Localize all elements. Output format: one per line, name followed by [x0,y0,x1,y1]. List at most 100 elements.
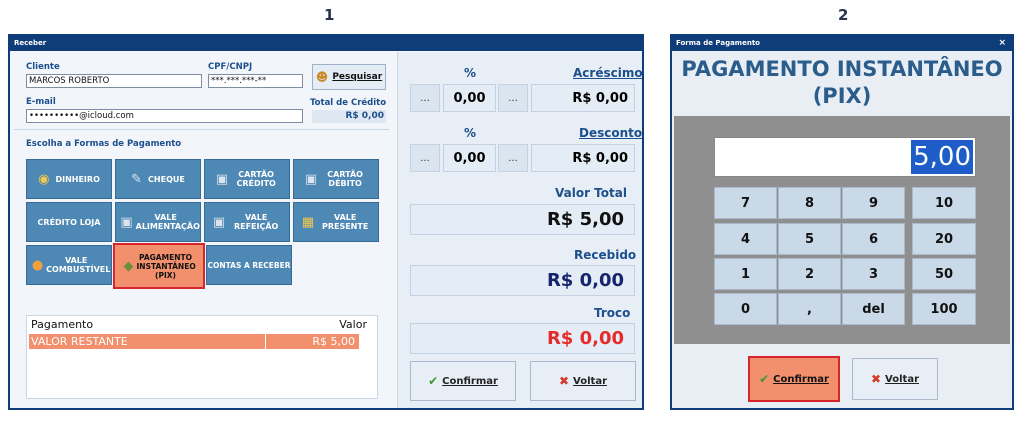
credito-loja-button[interactable]: CRÉDITO LOJA [26,202,112,242]
cartao-credito-label: CARTÃO CRÉDITO [236,170,276,188]
key-7[interactable]: 7 [714,187,777,219]
key-2[interactable]: 2 [778,258,841,290]
acrescimo-value-ellipsis-button[interactable]: ... [498,84,528,112]
col-pagamento: Pagamento [31,318,94,331]
vale-presente-button[interactable]: ▦ VALE PRESENTE [293,202,379,242]
step-number-2: 2 [838,6,849,24]
key-0[interactable]: 0 [714,293,777,325]
people-search-icon: ☻ [315,70,329,84]
pix-button[interactable]: ◆ PAGAMENTO INSTANTÂNEO (PIX) [113,243,205,289]
acrescimo-label: Acréscimo [573,66,643,80]
forma-pagamento-window: Forma de Pagamento × PAGAMENTO INSTANTÂN… [670,34,1014,410]
acrescimo-pct-ellipsis-button[interactable]: ... [410,84,440,112]
desconto-value-ellipsis-button[interactable]: ... [498,144,528,172]
payments-table: Pagamento Valor VALOR RESTANTE R$ 5,00 [26,315,378,399]
acrescimo-pct-label: % [464,66,477,80]
cheque-icon: ✎ [131,171,143,187]
acrescimo-pct-field[interactable]: 0,00 [443,84,496,112]
acrescimo-value-field[interactable]: R$ 0,00 [531,84,635,112]
confirmar-label: Confirmar [442,375,498,387]
table-row[interactable]: VALOR RESTANTE R$ 5,00 [29,334,359,349]
key-del[interactable]: del [842,293,905,325]
cliente-label: Cliente [26,62,60,72]
key-4[interactable]: 4 [714,223,777,255]
email-label: E-mail [26,97,56,107]
formas-pagamento-label: Escolha a Formas de Pagamento [26,139,182,149]
key-100[interactable]: 100 [912,293,976,325]
row-valor: R$ 5,00 [312,335,355,348]
key-10[interactable]: 10 [912,187,976,219]
close-icon[interactable]: × [998,36,1006,51]
vale-combustivel-label: VALE COMBUSTÍVEL [46,256,111,274]
cartao-debito-button[interactable]: ▣ CARTÃO DÉBITO [293,159,379,199]
window-title: Forma de Pagamento × [672,36,1012,51]
voltar-label: Voltar [573,375,607,387]
amount-value: 5,00 [911,140,973,174]
money-icon: ◉ [38,171,50,187]
dinheiro-label: DINHEIRO [55,174,100,184]
fuel-icon: ● [31,257,44,273]
cartao-credito-button[interactable]: ▣ CARTÃO CRÉDITO [204,159,290,199]
refeicao-card-icon: ▣ [212,214,226,230]
total-credito-label: Total de Crédito [310,98,387,108]
desconto-pct-ellipsis-button[interactable]: ... [410,144,440,172]
key-comma[interactable]: , [778,293,841,325]
confirmar-label: Confirmar [773,373,829,385]
cartao-debito-label: CARTÃO DÉBITO [327,170,363,188]
key-5[interactable]: 5 [778,223,841,255]
voltar-button[interactable]: ✖ Voltar [530,361,636,401]
troco-value: R$ 0,00 [410,323,635,354]
troco-label: Troco [594,306,631,320]
cheque-label: CHEQUE [148,174,185,184]
gift-icon: ▦ [301,214,315,230]
desconto-label-text: Desconto [579,126,643,140]
key-3[interactable]: 3 [842,258,905,290]
key-1[interactable]: 1 [714,258,777,290]
total-credito-value: R$ 0,00 [312,110,386,123]
desconto-pct-field[interactable]: 0,00 [443,144,496,172]
check-icon: ✔ [759,372,770,386]
cheque-button[interactable]: ✎ CHEQUE [115,159,201,199]
confirmar-button[interactable]: ✔ Confirmar [410,361,516,401]
vale-refeicao-button[interactable]: ▣ VALE REFEIÇÃO [204,202,290,242]
vale-refeicao-label: VALE REFEIÇÃO [233,213,279,231]
vale-presente-label: VALE PRESENTE [321,213,369,231]
receber-window: Receber Cliente MARCOS ROBERTO CPF/CNPJ … [8,34,644,410]
key-8[interactable]: 8 [778,187,841,219]
credito-loja-label: CRÉDITO LOJA [37,217,101,227]
key-50[interactable]: 50 [912,258,976,290]
heading: PAGAMENTO INSTANTÂNEO (PIX) [681,57,1003,108]
vale-alimentacao-label: VALE ALIMENTAÇÃO [135,213,200,231]
key-20[interactable]: 20 [912,223,976,255]
voltar-label: Voltar [885,373,919,385]
cell-divider [265,334,266,349]
cliente-field[interactable]: MARCOS ROBERTO [26,74,202,88]
acrescimo-label-text: Acréscimo [573,66,643,80]
debit-card-icon: ▣ [304,171,318,187]
check-icon: ✔ [428,374,439,388]
valor-total-label: Valor Total [555,186,627,200]
step-number-1: 1 [324,6,335,24]
vale-combustivel-button[interactable]: ● VALE COMBUSTÍVEL [26,245,112,285]
voltar-button[interactable]: ✖ Voltar [852,358,938,400]
divider [14,129,389,130]
confirmar-button[interactable]: ✔ Confirmar [748,356,840,402]
desconto-value-field[interactable]: R$ 0,00 [531,144,635,172]
table-header: Pagamento Valor [27,316,377,332]
desconto-label: Desconto [579,126,642,140]
valor-total-value: R$ 5,00 [410,204,635,235]
credit-card-icon: ▣ [215,171,229,187]
key-9[interactable]: 9 [842,187,905,219]
dinheiro-button[interactable]: ◉ DINHEIRO [26,159,112,199]
contas-receber-button[interactable]: CONTAS A RECEBER [206,245,292,285]
cpf-field[interactable]: ***.***.***-** [208,74,303,88]
cpf-label: CPF/CNPJ [208,62,253,72]
pesquisar-button[interactable]: ☻ Pesquisar [312,64,386,90]
recebido-value: R$ 0,00 [410,265,635,296]
vale-alimentacao-button[interactable]: ▣ VALE ALIMENTAÇÃO [115,202,201,242]
amount-input[interactable]: 5,00 [714,137,976,177]
recebido-label: Recebido [574,248,637,262]
key-6[interactable]: 6 [842,223,905,255]
email-field[interactable]: ••••••••••@icloud.com [26,109,303,123]
window-title-text: Forma de Pagamento [676,39,760,47]
